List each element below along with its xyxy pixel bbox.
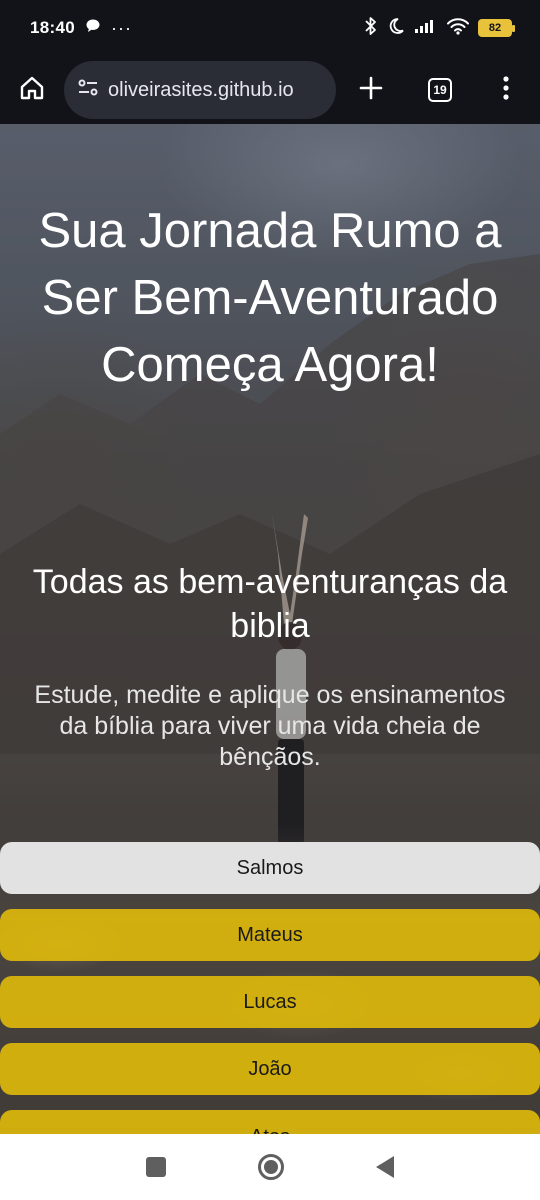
hero-title: Sua Jornada Rumo a Ser Bem-Aventurado Co…	[38, 204, 502, 392]
hero-subtitle: Todas as bem-aventuranças da biblia	[32, 563, 508, 645]
do-not-disturb-moon-icon	[387, 17, 405, 40]
status-time: 18:40	[30, 18, 75, 37]
tab-count: 19	[428, 78, 452, 102]
home-icon	[18, 74, 46, 107]
site-settings-icon[interactable]	[76, 76, 100, 105]
wifi-icon	[447, 17, 469, 40]
system-navigation-bar	[0, 1134, 540, 1200]
recent-apps-button[interactable]	[146, 1157, 166, 1177]
page-content: Sua Jornada Rumo a Ser Bem-Aventurado Co…	[0, 124, 540, 1134]
chat-bubble-icon	[85, 18, 101, 39]
status-bar: 18:40 ··· 82	[0, 0, 540, 56]
book-button-label: João	[248, 1057, 292, 1080]
cell-signal-icon	[414, 18, 438, 39]
browser-toolbar: oliveirasites.github.io 19	[0, 56, 540, 124]
home-button[interactable]	[0, 60, 64, 120]
book-button-lucas[interactable]: Lucas	[0, 976, 540, 1028]
more-notifications-icon: ···	[110, 17, 132, 38]
book-button-label: Salmos	[236, 856, 304, 879]
book-button-label: Atos	[250, 1126, 290, 1134]
browser-menu-button[interactable]	[474, 60, 538, 120]
url-text[interactable]: oliveirasites.github.io	[108, 79, 294, 102]
book-button-atos[interactable]: Atos	[0, 1110, 540, 1134]
home-system-button[interactable]	[258, 1154, 284, 1180]
back-button[interactable]	[376, 1156, 394, 1178]
more-vertical-icon	[502, 75, 510, 106]
book-button-joao[interactable]: João	[0, 1043, 540, 1095]
bluetooth-icon	[364, 16, 378, 41]
book-button-label: Lucas	[243, 990, 297, 1013]
battery-icon: 82	[478, 19, 515, 37]
plus-icon	[358, 75, 384, 106]
tab-switcher-button[interactable]: 19	[406, 60, 474, 120]
book-button-mateus[interactable]: Mateus	[0, 909, 540, 961]
book-button-salmos[interactable]: Salmos	[0, 842, 540, 894]
new-tab-button[interactable]	[336, 60, 406, 120]
address-bar[interactable]: oliveirasites.github.io	[64, 61, 336, 119]
hero-description: Estude, medite e aplique os ensinamentos…	[34, 681, 506, 771]
book-button-label: Mateus	[237, 923, 303, 946]
home-circle-icon	[264, 1160, 278, 1174]
